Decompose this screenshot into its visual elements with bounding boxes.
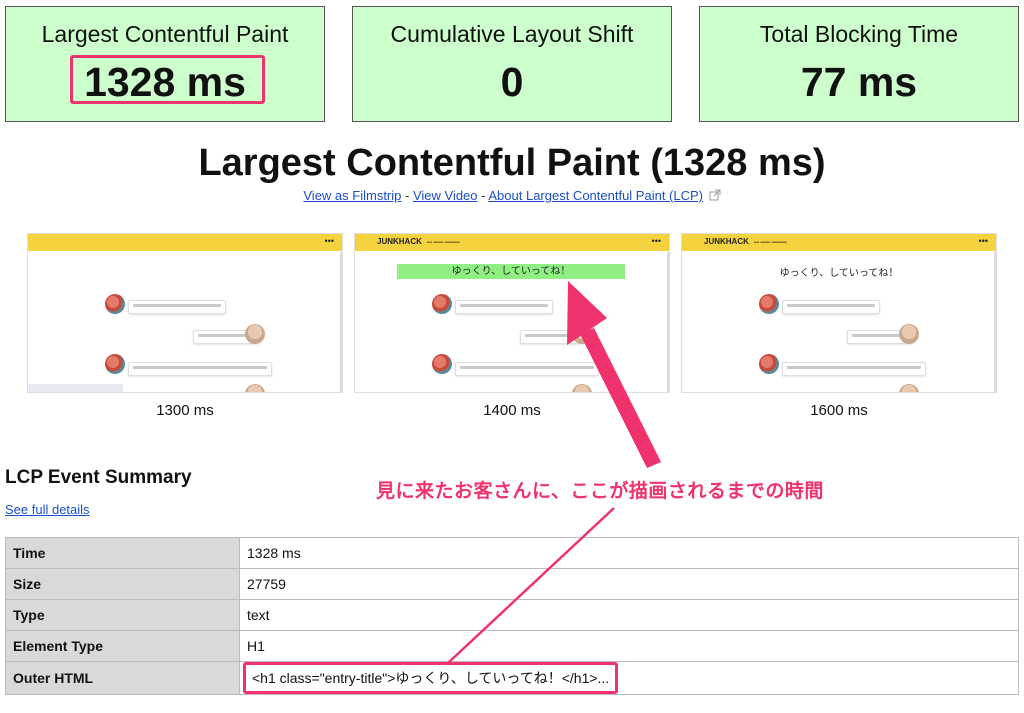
row-value: <h1 class="entry-title">ゆっくり、していってね！</h1… [239,661,1019,695]
row-key: Size [5,568,240,600]
menu-dots-icon: ••• [978,236,988,246]
metric-value: 0 [500,59,524,105]
row-value: 1328 ms [239,537,1019,569]
view-filmstrip-link[interactable]: View as Filmstrip [303,188,401,203]
avatar [432,354,452,374]
avatar [105,294,125,314]
metric-card-cls: Cumulative Layout Shift 0 [352,6,672,122]
table-row: Size 27759 [5,568,1019,600]
chat-bubble [128,362,272,376]
row-value: text [239,599,1019,631]
metric-label: Largest Contentful Paint [41,21,289,47]
frame-time-label: 1300 ms [156,402,214,419]
filmstrip-frame-1300[interactable]: ••• [27,233,343,393]
table-row: Element Type H1 [5,630,1019,662]
avatar [759,354,779,374]
annotation-text: 見に来たお客さんに、ここが描画されるまでの時間 [376,481,824,502]
metric-label: Total Blocking Time [759,21,959,47]
summary-title: LCP Event Summary [5,467,192,488]
avatar [245,384,265,392]
page-title: Largest Contentful Paint (1328 ms) [198,142,826,184]
lcp-value-highlight [70,55,265,104]
avatar [759,294,779,314]
avatar [432,294,452,314]
row-key: Type [5,599,240,631]
avatar [105,354,125,374]
menu-dots-icon: ••• [324,236,334,246]
link-separator: - [401,188,413,203]
menu-dots-icon: ••• [651,236,661,246]
frame-header-bar: ••• [28,234,342,251]
chat-bubble [455,362,599,376]
metric-label: Cumulative Layout Shift [390,21,634,47]
chat-bubble [782,362,926,376]
table-row: Type text [5,599,1019,631]
lcp-summary-table: Time 1328 ms Size 27759 Type text Elemen… [5,537,1019,695]
frame-heading: ゆっくり、していってね！ [779,268,899,279]
metric-card-tbt: Total Blocking Time 77 ms [699,6,1019,122]
lcp-element-highlight: ゆっくり、していってね！ [397,264,625,279]
frame-scrollbar [667,252,669,392]
metric-value: 77 ms [800,59,918,105]
frame-header-bar: JUNKHACK ▬ ▬▬ ▬▬▬ ••• [682,234,996,251]
frame-footer [28,384,123,392]
external-link-icon [709,189,721,201]
about-lcp-link[interactable]: About Largest Contentful Paint (LCP) [488,188,703,203]
chat-bubble [128,300,226,314]
row-key: Time [5,537,240,569]
avatar [245,324,265,344]
row-key: Outer HTML [5,661,240,695]
avatar [899,384,919,392]
frame-time-label: 1600 ms [810,402,868,419]
frame-time-label: 1400 ms [483,402,541,419]
avatar [572,384,592,392]
row-value: 27759 [239,568,1019,600]
frame-scrollbar [340,252,342,392]
site-nav: ▬ ▬▬ ▬▬▬ [427,239,460,245]
chat-bubble [782,300,880,314]
frame-header-bar: JUNKHACK ▬ ▬▬ ▬▬▬ ••• [355,234,669,251]
see-full-details-link[interactable]: See full details [5,502,90,517]
avatar [899,324,919,344]
site-nav: ▬ ▬▬ ▬▬▬ [754,239,787,245]
filmstrip-frame-1600[interactable]: JUNKHACK ▬ ▬▬ ▬▬▬ ••• ゆっくり、していってね！ [681,233,997,393]
link-separator: - [477,188,489,203]
table-row: Outer HTML <h1 class="entry-title">ゆっくり、… [5,661,1019,695]
table-row: Time 1328 ms [5,537,1019,569]
frame-scrollbar [994,252,996,392]
site-brand: JUNKHACK [704,237,749,246]
view-video-link[interactable]: View Video [413,188,478,203]
avatar [572,324,592,344]
row-key: Element Type [5,630,240,662]
outer-html-value: <h1 class="entry-title">ゆっくり、していってね！</h1… [243,662,619,694]
site-brand: JUNKHACK [377,237,422,246]
link-row: View as Filmstrip - View Video - About L… [0,188,1024,203]
row-value: H1 [239,630,1019,662]
chat-bubble [455,300,553,314]
filmstrip-frame-1400[interactable]: JUNKHACK ▬ ▬▬ ▬▬▬ ••• ゆっくり、していってね！ [354,233,670,393]
